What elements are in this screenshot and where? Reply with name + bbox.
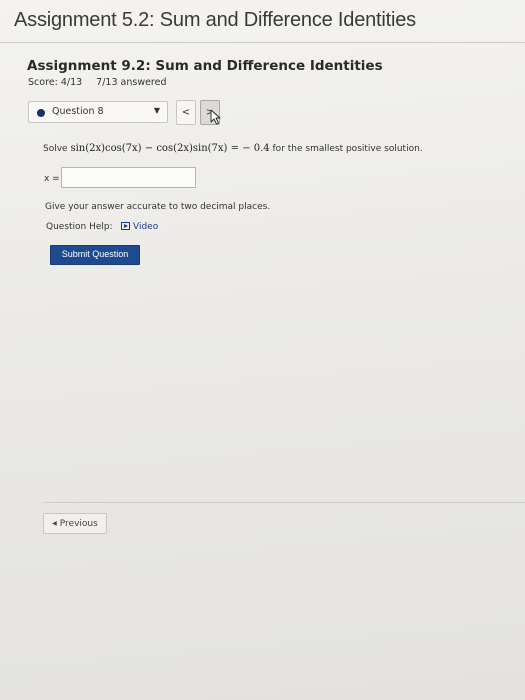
- question-select[interactable]: Question 8 ▼: [28, 101, 168, 123]
- answer-label: x =: [44, 174, 60, 184]
- question-text: Solve sin(2x)cos(7x) − cos(2x)sin(7x) = …: [43, 143, 423, 154]
- question-select-label: Question 8: [52, 106, 104, 117]
- score-text: Score: 4/13: [28, 77, 83, 88]
- left-arrow-icon: ◀: [52, 520, 57, 527]
- question-help: Question Help: Video: [46, 222, 158, 232]
- footer-divider: [43, 502, 525, 503]
- previous-button[interactable]: ◀ Previous: [43, 513, 107, 534]
- instructions-text: Give your answer accurate to two decimal…: [45, 202, 271, 212]
- question-help-label: Question Help:: [46, 222, 113, 232]
- video-link[interactable]: Video: [121, 222, 158, 232]
- answered-count: 7/13 answered: [96, 77, 167, 88]
- question-prefix: Solve: [43, 144, 71, 154]
- status-dot-icon: [37, 109, 45, 117]
- submit-question-button[interactable]: Submit Question: [50, 245, 140, 265]
- answer-input[interactable]: [61, 167, 196, 188]
- score-line: Score: 4/13 7/13 answered: [28, 77, 181, 88]
- assignment-heading: Assignment 9.2: Sum and Difference Ident…: [27, 58, 383, 74]
- previous-question-button[interactable]: <: [176, 100, 196, 125]
- question-suffix: for the smallest positive solution.: [269, 144, 423, 154]
- video-link-label: Video: [133, 222, 159, 232]
- caret-down-icon: ▼: [153, 106, 160, 115]
- title-divider: [0, 42, 525, 43]
- video-play-icon: [121, 222, 130, 230]
- previous-button-label: Previous: [59, 518, 98, 529]
- mouse-cursor-icon: [210, 109, 221, 125]
- page-title: Assignment 5.2: Sum and Difference Ident…: [14, 9, 416, 31]
- math-expression: sin(2x)cos(7x) − cos(2x)sin(7x) = − 0.4: [70, 143, 270, 154]
